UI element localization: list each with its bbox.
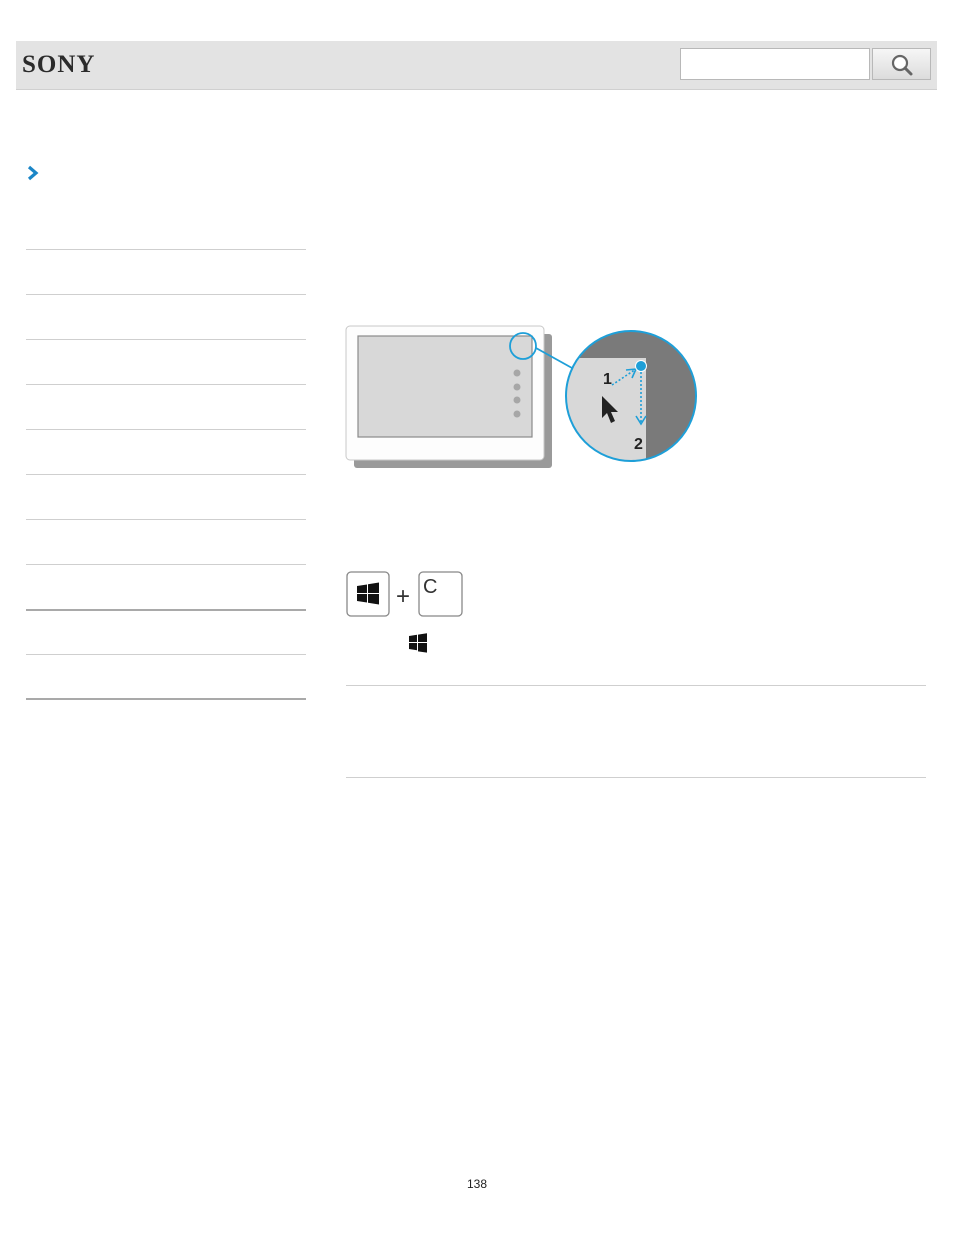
section-divider [346, 777, 926, 778]
section-divider [346, 685, 926, 686]
key-combination: + C [346, 571, 463, 617]
charm-dot [513, 369, 521, 377]
sidebar-item[interactable] [26, 474, 306, 519]
callout-label-2: 2 [634, 436, 643, 453]
device-screen [357, 335, 533, 438]
sidebar-item[interactable] [26, 564, 306, 609]
sidebar-item[interactable] [26, 429, 306, 474]
header-bar: SONY [16, 41, 937, 90]
search-input[interactable] [680, 48, 870, 80]
sidebar-item[interactable] [26, 294, 306, 339]
sidebar-item[interactable] [26, 609, 306, 654]
c-key-label: C [423, 576, 437, 598]
page-number: 138 [466, 1177, 488, 1191]
sidebar-item[interactable] [26, 249, 306, 294]
sidebar-item[interactable] [26, 339, 306, 384]
callout-label-1: 1 [603, 371, 612, 388]
windows-logo-icon [409, 633, 427, 653]
charms-illustration: 1 2 [345, 325, 697, 468]
sidebar-item[interactable] [26, 384, 306, 429]
sidebar-item[interactable] [26, 654, 306, 700]
search-icon [891, 54, 913, 76]
sony-logo[interactable]: SONY [22, 51, 95, 79]
charm-dot [513, 383, 521, 391]
sidebar-nav [26, 249, 306, 700]
sidebar-item[interactable] [26, 519, 306, 564]
chevron-right-icon[interactable] [26, 165, 40, 181]
search-button[interactable] [872, 48, 931, 80]
charm-dot [513, 410, 521, 418]
charm-dot [513, 396, 521, 404]
plus-sign: + [396, 583, 410, 610]
